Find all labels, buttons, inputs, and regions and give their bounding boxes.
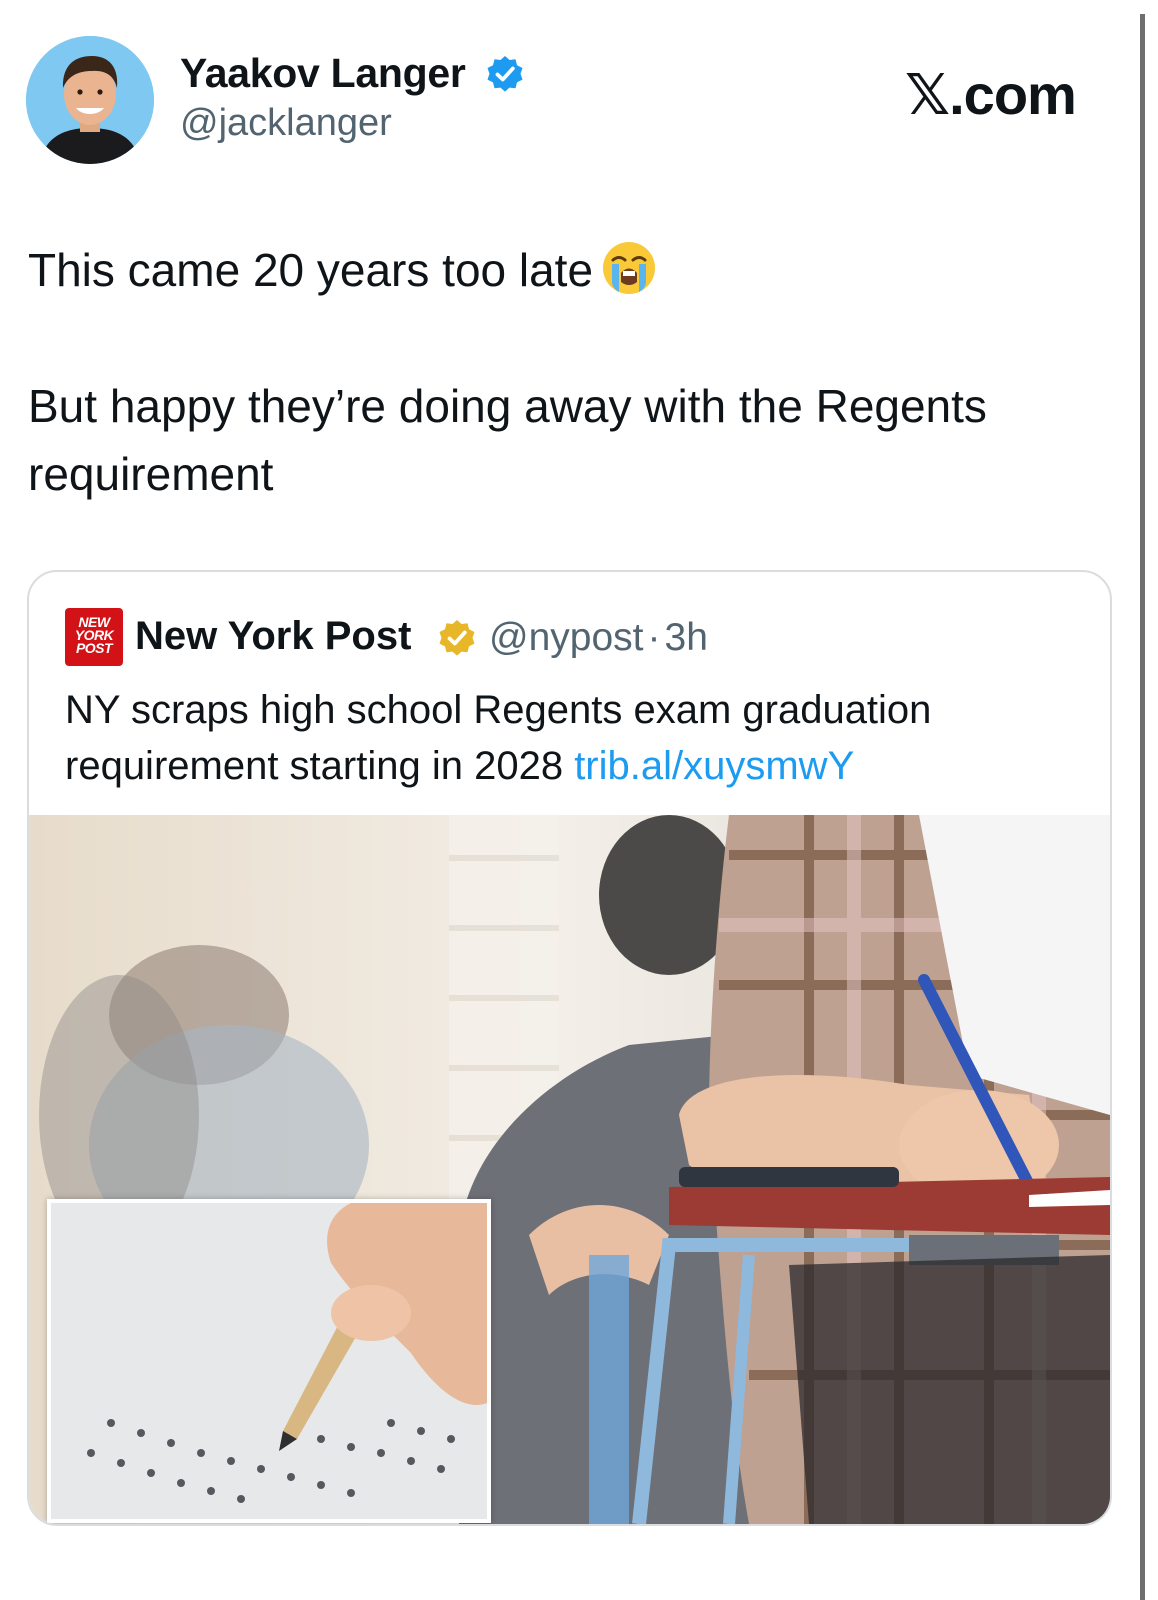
meta-separator: · xyxy=(647,616,661,659)
quoted-media-image[interactable] xyxy=(29,815,1110,1524)
tweet-line-1-text: This came 20 years too late xyxy=(28,244,594,296)
logo-line-3: POST xyxy=(75,640,113,656)
right-edge-rule xyxy=(1140,14,1145,1600)
quoted-text: NY scraps high school Regents exam gradu… xyxy=(65,682,1085,794)
author-handle[interactable]: @jacklanger xyxy=(180,102,392,145)
tweet-text: This came 20 years too late But happy th… xyxy=(28,236,1118,508)
quoted-timestamp[interactable]: 3h xyxy=(665,616,708,659)
avatar-photo-icon xyxy=(26,36,154,164)
quoted-link[interactable]: trib.al/xuysmwY xyxy=(574,744,854,788)
author-display-name[interactable]: Yaakov Langer xyxy=(180,50,466,97)
verified-badge-icon xyxy=(487,56,523,92)
gold-verified-badge-icon xyxy=(439,620,475,656)
tweet-line-2: But happy they’re doing away with the Re… xyxy=(28,380,987,500)
quoted-meta: @nypost · 3h xyxy=(489,616,708,660)
quoted-handle[interactable]: @nypost xyxy=(489,616,644,659)
tweet-line-1: This came 20 years too late xyxy=(28,236,1118,304)
quoted-display-name[interactable]: New York Post xyxy=(135,614,411,659)
answer-sheet-inset-photo xyxy=(47,1199,491,1523)
loudly-crying-face-icon xyxy=(603,242,656,294)
x-com-brand: 𝕏.com xyxy=(905,63,1077,126)
pencil-answer-sheet-icon xyxy=(51,1203,487,1519)
new-york-post-logo[interactable]: NEW YORK POST xyxy=(65,608,123,666)
quoted-tweet-card[interactable]: NEW YORK POST New York Post @nypost · 3h N… xyxy=(27,570,1112,1526)
author-avatar[interactable] xyxy=(26,36,154,164)
